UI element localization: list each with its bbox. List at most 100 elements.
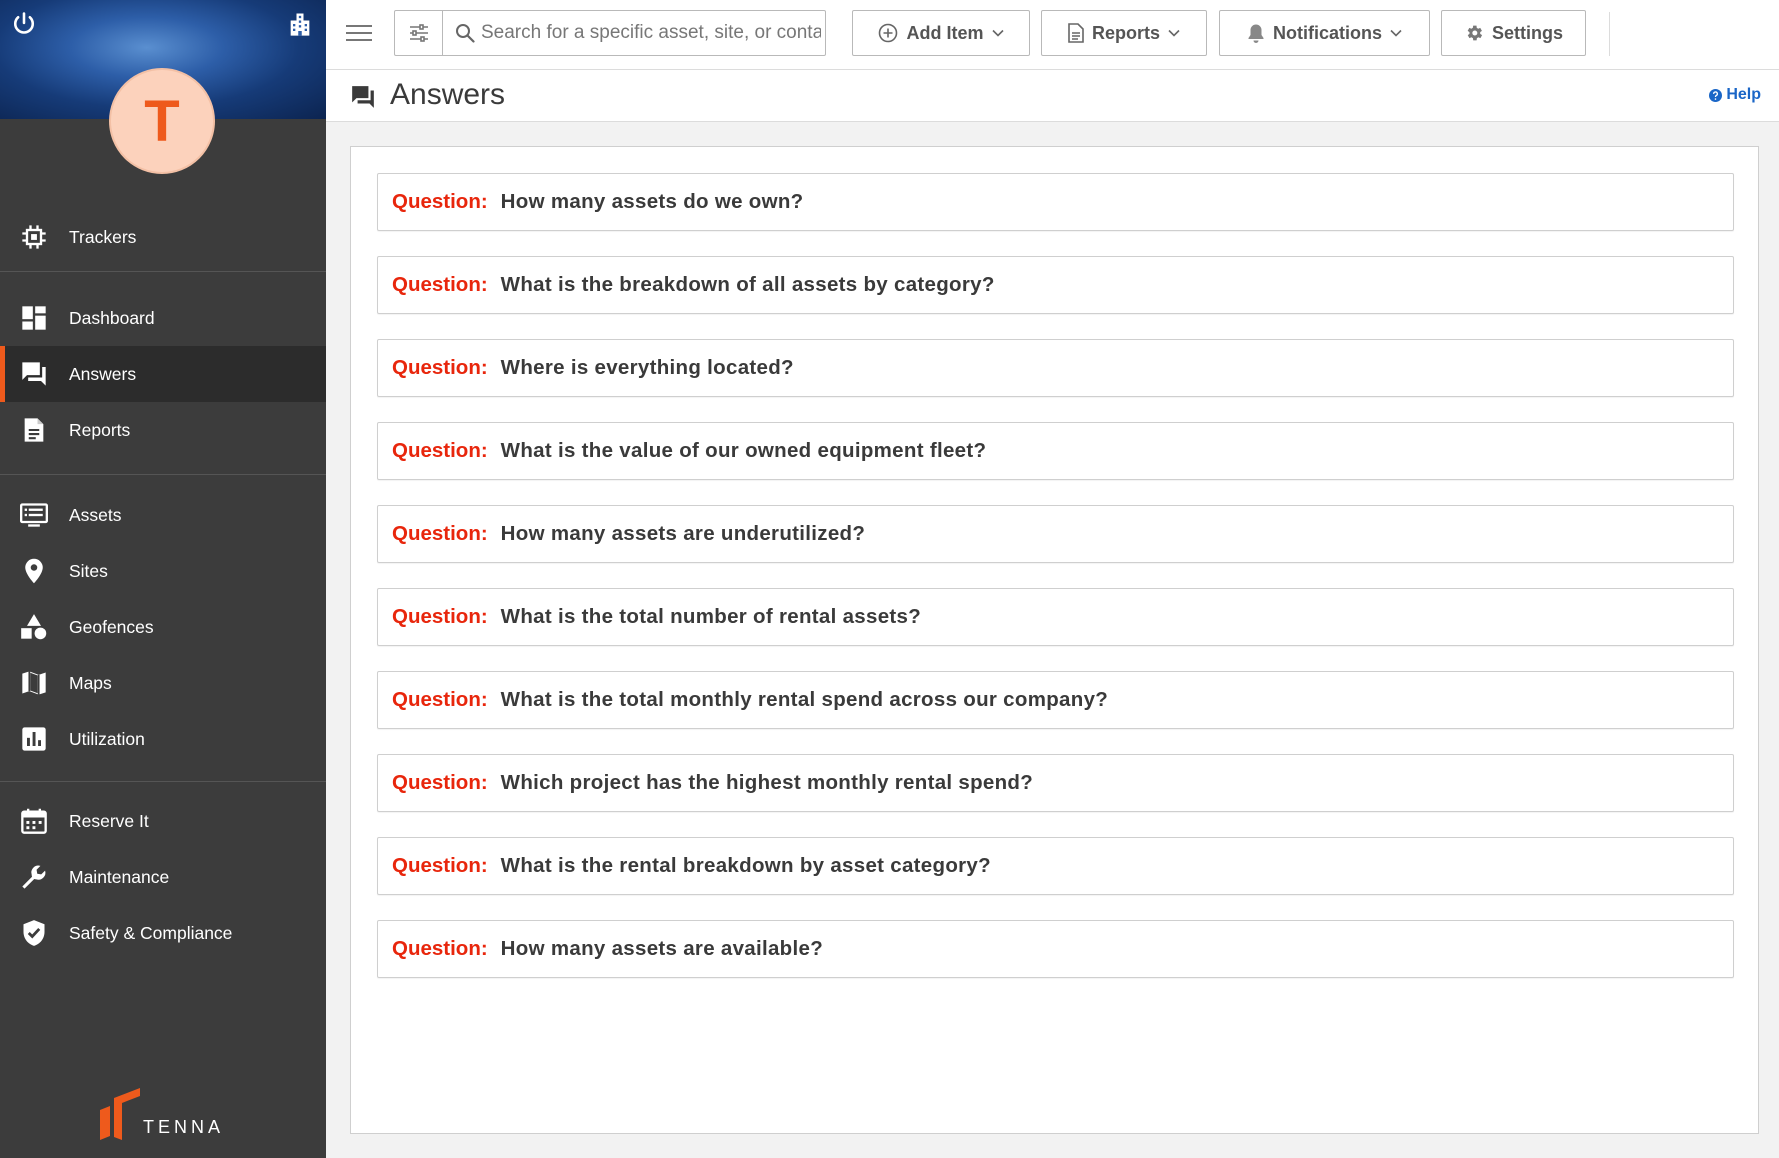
sidebar-item-label: Dashboard (69, 307, 155, 328)
question-card[interactable]: Question: How many assets do we own? (377, 173, 1734, 231)
sidebar-item-safety-compliance[interactable]: Safety & Compliance (0, 905, 326, 961)
sidebar-item-utilization[interactable]: Utilization (0, 711, 326, 767)
question-prefix: Question: (392, 605, 488, 628)
help-label: Help (1726, 86, 1761, 103)
question-prefix: Question: (392, 356, 488, 379)
add-item-label: Add Item (906, 22, 984, 43)
question-text: Where is everything located? (500, 356, 794, 379)
chevron-down-icon (1390, 29, 1402, 37)
sidebar-divider (0, 781, 326, 782)
tenna-logo-icon (100, 1088, 140, 1140)
sidebar-item-label: Utilization (69, 728, 145, 749)
question-card[interactable]: Question: What is the total monthly rent… (377, 671, 1734, 729)
bell-icon (1248, 24, 1264, 43)
sidebar-item-label: Maps (69, 672, 112, 693)
sidebar-item-label: Assets (69, 504, 122, 525)
search-input[interactable] (481, 15, 821, 51)
sidebar-item-label: Maintenance (69, 866, 170, 887)
question-prefix: Question: (392, 771, 488, 794)
brand-name: TENNA (143, 1117, 225, 1137)
sidebar-item-label: Geofences (69, 616, 154, 637)
sidebar-item-label: Trackers (69, 226, 137, 247)
sidebar-item-reserve-it[interactable]: Reserve It (0, 793, 326, 849)
question-text: What is the total number of rental asset… (500, 605, 922, 628)
chevron-down-icon (1168, 29, 1180, 37)
wrench-icon (22, 865, 46, 889)
question-text: How many assets are underutilized? (500, 522, 866, 545)
questions-panel: Question: How many assets do we own? Que… (350, 146, 1759, 1134)
question-prefix: Question: (392, 688, 488, 711)
question-text: What is the value of our owned equipment… (500, 439, 987, 462)
document-icon (24, 418, 44, 442)
search-icon (456, 24, 475, 43)
question-text: Which project has the highest monthly re… (500, 771, 1034, 794)
building-icon[interactable] (286, 10, 314, 38)
sidebar-item-maps[interactable]: Maps (0, 655, 326, 711)
sidebar-item-geofences[interactable]: Geofences (0, 599, 326, 655)
question-text: What is the breakdown of all assets by c… (500, 273, 995, 296)
plus-circle-icon (879, 23, 898, 43)
calendar-icon (21, 808, 47, 834)
monitor-list-icon (20, 503, 48, 527)
question-prefix: Question: (392, 854, 488, 877)
question-card[interactable]: Question: How many assets are underutili… (377, 505, 1734, 563)
filter-button[interactable] (395, 11, 443, 55)
question-text: What is the rental breakdown by asset ca… (500, 854, 991, 877)
sidebar-item-dashboard[interactable]: Dashboard (0, 290, 326, 346)
map-icon (22, 671, 46, 695)
sidebar-item-maintenance[interactable]: Maintenance (0, 849, 326, 905)
question-prefix: Question: (392, 937, 488, 960)
question-card[interactable]: Question: What is the total number of re… (377, 588, 1734, 646)
question-prefix: Question: (392, 522, 488, 545)
notifications-label: Notifications (1272, 22, 1382, 43)
sidebar-item-sites[interactable]: Sites (0, 543, 326, 599)
sidebar-item-reports[interactable]: Reports (0, 402, 326, 458)
add-item-button[interactable]: Add Item (852, 10, 1030, 56)
sidebar-item-answers[interactable]: Answers (0, 346, 326, 402)
settings-button[interactable]: Settings (1441, 10, 1586, 56)
sidebar-item-label: Answers (69, 363, 137, 384)
question-text: How many assets do we own? (500, 190, 804, 213)
question-card[interactable]: Question: How many assets are available? (377, 920, 1734, 978)
sidebar: T Trackers Dashboard Answers Reports Ass… (0, 0, 326, 1158)
question-card[interactable]: Question: Where is everything located? (377, 339, 1734, 397)
help-circle-icon (1709, 88, 1723, 102)
sidebar-item-label: Reports (69, 419, 131, 440)
reports-button[interactable]: Reports (1041, 10, 1207, 56)
chip-icon (22, 225, 46, 249)
question-text: How many assets are available? (500, 937, 824, 960)
shield-check-icon (23, 920, 45, 946)
settings-label: Settings (1491, 22, 1563, 43)
chevron-down-icon (991, 29, 1004, 37)
sidebar-item-label: Sites (69, 560, 108, 581)
sidebar-item-label: Reserve It (69, 810, 149, 831)
question-text: What is the total monthly rental spend a… (500, 688, 1109, 711)
question-prefix: Question: (392, 190, 488, 213)
sidebar-divider (0, 474, 326, 475)
sidebar-item-assets[interactable]: Assets (0, 487, 326, 543)
gear-icon (1467, 25, 1483, 41)
toolbar-separator (1609, 12, 1610, 56)
search-bar (394, 10, 826, 56)
question-card[interactable]: Question: Which project has the highest … (377, 754, 1734, 812)
power-icon[interactable] (10, 10, 38, 38)
help-link[interactable]: Help (1709, 86, 1761, 104)
question-card[interactable]: Question: What is the value of our owned… (377, 422, 1734, 480)
shapes-icon (21, 614, 47, 640)
question-prefix: Question: (392, 439, 488, 462)
bar-chart-icon (22, 727, 46, 751)
sliders-icon (409, 24, 428, 42)
avatar[interactable]: T (109, 68, 215, 174)
top-bar: Add Item Reports Notifications Settings (326, 0, 1779, 70)
dashboard-icon (22, 306, 46, 330)
sidebar-item-label: Safety & Compliance (69, 922, 233, 943)
question-prefix: Question: (392, 273, 488, 296)
sidebar-item-trackers[interactable]: Trackers (0, 209, 326, 265)
location-pin-icon (25, 558, 43, 584)
question-card[interactable]: Question: What is the breakdown of all a… (377, 256, 1734, 314)
hamburger-menu-icon[interactable] (346, 22, 372, 44)
chat-icon (22, 362, 46, 386)
notifications-button[interactable]: Notifications (1219, 10, 1430, 56)
question-card[interactable]: Question: What is the rental breakdown b… (377, 837, 1734, 895)
chat-icon (352, 86, 374, 108)
